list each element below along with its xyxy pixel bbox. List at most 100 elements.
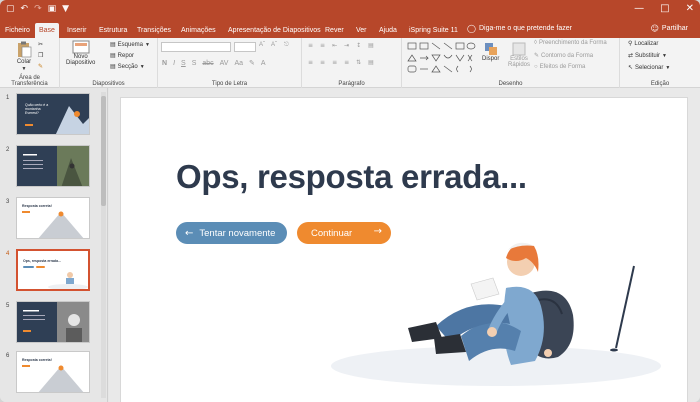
highlight-icon[interactable]: ✎ (249, 59, 255, 67)
italic-icon[interactable]: I (173, 60, 175, 67)
new-slide-button[interactable]: Novo Diapositivo (66, 40, 95, 66)
quick-styles-label-2: Rápidos (508, 62, 531, 68)
undo-icon[interactable]: ↶ (21, 4, 29, 14)
customize-icon[interactable]: ▼ (62, 4, 69, 14)
format-painter-icon[interactable]: ✎ (38, 63, 43, 70)
align-right-icon[interactable]: ≡ (332, 59, 337, 66)
underline-icon[interactable]: S (181, 60, 186, 67)
ribbon-tabs: Ficheiro Base Inserir Estrutura Transiçõ… (0, 22, 700, 38)
thumbnail-scrollbar[interactable] (101, 92, 106, 398)
section-button[interactable]: ▤ Secção ▼ (110, 63, 145, 71)
slides-group-label: Diapositivos (92, 81, 125, 87)
bullets-icon[interactable]: ≡ (308, 42, 313, 49)
select-button[interactable]: ↖ Selecionar ▼ (628, 64, 670, 72)
section-label: Secção (117, 63, 138, 70)
increase-indent-icon[interactable]: ⇥ (344, 42, 349, 49)
tab-design[interactable]: Estrutura (99, 24, 127, 38)
scrollbar-thumb[interactable] (101, 96, 106, 206)
powerpoint-window: ▢ ↶ ↷ ▣ ▼ — □ ✕ Ficheiro Base Inserir Es… (0, 0, 700, 402)
font-size-combo[interactable] (234, 42, 256, 52)
redo-icon[interactable]: ↷ (34, 4, 42, 14)
numbering-icon[interactable]: ≡ (320, 42, 325, 49)
paste-label: Colar (16, 59, 32, 65)
tab-view[interactable]: Ver (356, 24, 367, 38)
tab-transitions[interactable]: Transições (137, 24, 171, 38)
tab-review[interactable]: Rever (325, 24, 344, 38)
shape-fill-button[interactable]: ◊ Preenchimento da Forma (534, 40, 607, 46)
reset-icon: ▤ (110, 53, 116, 59)
copy-icon[interactable]: ❐ (38, 52, 43, 59)
justify-icon[interactable]: ≡ (344, 59, 349, 66)
font-name-combo[interactable] (161, 42, 231, 52)
person-icon: ☺ (650, 24, 659, 33)
find-button[interactable]: ⚲ Localizar (628, 40, 658, 48)
cursor-icon: ↖ (628, 65, 634, 71)
new-slide-icon (72, 40, 90, 54)
shapes-gallery-icon[interactable] (406, 41, 478, 75)
text-direction-icon[interactable]: ⇅ (356, 59, 361, 66)
quick-styles-button[interactable]: Estilos Rápidos (508, 42, 530, 68)
replace-label: Substituir (635, 52, 661, 59)
close-icon[interactable]: ✕ (686, 3, 694, 14)
tab-file[interactable]: Ficheiro (5, 24, 30, 38)
shape-outline-button[interactable]: ✎ Contorno da Forma (534, 52, 593, 60)
shape-effects-button[interactable]: ○ Efeitos de Forma (534, 64, 585, 70)
minimize-icon[interactable]: — (634, 3, 644, 14)
arrow-right-icon: → (373, 226, 382, 237)
shadow-icon[interactable]: S (192, 60, 197, 67)
tell-me-search[interactable]: ◯ Diga-me o que pretende fazer (467, 24, 572, 33)
arrange-button[interactable]: Dispor (482, 42, 499, 62)
slide-thumbnail-4[interactable]: Ops, resposta errada... (16, 249, 90, 291)
cut-icon[interactable]: ✂ (38, 41, 43, 48)
chevron-down-icon: ▼ (662, 52, 667, 59)
columns-icon[interactable]: ▤ (368, 42, 374, 49)
share-label: Partilhar (661, 25, 688, 32)
smartart-icon[interactable]: ▤ (368, 59, 374, 66)
shape-effects-label: Efeitos de Forma (539, 64, 586, 70)
save-icon[interactable]: ▢ (6, 4, 15, 14)
layout-label: Esquema (117, 41, 144, 48)
clear-format-icon[interactable]: ⎋ (284, 42, 289, 49)
share-button[interactable]: ☺ Partilhar (651, 24, 688, 33)
thumb-image (25, 106, 89, 134)
thumb-image (23, 146, 89, 186)
case-icon[interactable]: Aa (234, 60, 243, 67)
slide-thumbnail-5[interactable] (16, 301, 90, 343)
strike-icon[interactable]: abc (202, 60, 213, 67)
layout-button[interactable]: ▤ Esquema ▼ (110, 41, 150, 49)
tab-help[interactable]: Ajuda (379, 24, 397, 38)
slide-thumbnail-3[interactable]: Resposta correta! (16, 197, 90, 239)
align-center-icon[interactable]: ≡ (320, 59, 325, 66)
bold-icon[interactable]: N (162, 60, 167, 67)
tab-insert[interactable]: Inserir (67, 24, 86, 38)
slideshow-icon[interactable]: ▣ (48, 4, 57, 14)
thumb-image (23, 302, 89, 342)
chevron-down-icon: ▼ (21, 66, 27, 72)
layout-icon: ▤ (110, 42, 116, 48)
line-spacing-icon[interactable]: ↕ (356, 42, 361, 49)
decrease-indent-icon[interactable]: ⇤ (332, 42, 337, 49)
paste-button[interactable]: Colar ▼ (16, 41, 32, 72)
slide-title[interactable]: Ops, resposta errada... (176, 158, 527, 196)
tab-home[interactable]: Base (35, 23, 59, 38)
thumb-number: 4 (6, 251, 10, 257)
reset-button[interactable]: ▤ Repor (110, 52, 134, 60)
slide-thumbnail-2[interactable] (16, 145, 90, 187)
spacing-icon[interactable]: AV (220, 60, 229, 67)
shrink-font-icon[interactable]: Aˇ (271, 42, 277, 48)
grow-font-icon[interactable]: Aˆ (259, 42, 265, 48)
maximize-icon[interactable]: □ (660, 3, 669, 14)
slide-thumbnail-6[interactable]: Resposta correta! (16, 351, 90, 393)
tab-animations[interactable]: Animações (181, 24, 216, 38)
tab-ispring[interactable]: iSpring Suite 11 (409, 24, 458, 38)
current-slide[interactable]: Ops, resposta errada... ← Tentar novamen… (121, 98, 687, 402)
lightbulb-icon: ◯ (467, 24, 476, 33)
font-color-icon[interactable]: A (261, 60, 266, 67)
tab-slideshow[interactable]: Apresentação de Diapositivos (228, 24, 321, 38)
search-icon: ⚲ (628, 41, 633, 47)
align-left-icon[interactable]: ≡ (308, 59, 313, 66)
retry-button[interactable]: ← Tentar novamente (176, 222, 287, 244)
slide-thumbnail-1[interactable]: Quão certo é a montanha Everest? (16, 93, 90, 135)
replace-button[interactable]: ⇄ Substituir ▼ (628, 52, 667, 60)
select-label: Selecionar (635, 64, 664, 71)
